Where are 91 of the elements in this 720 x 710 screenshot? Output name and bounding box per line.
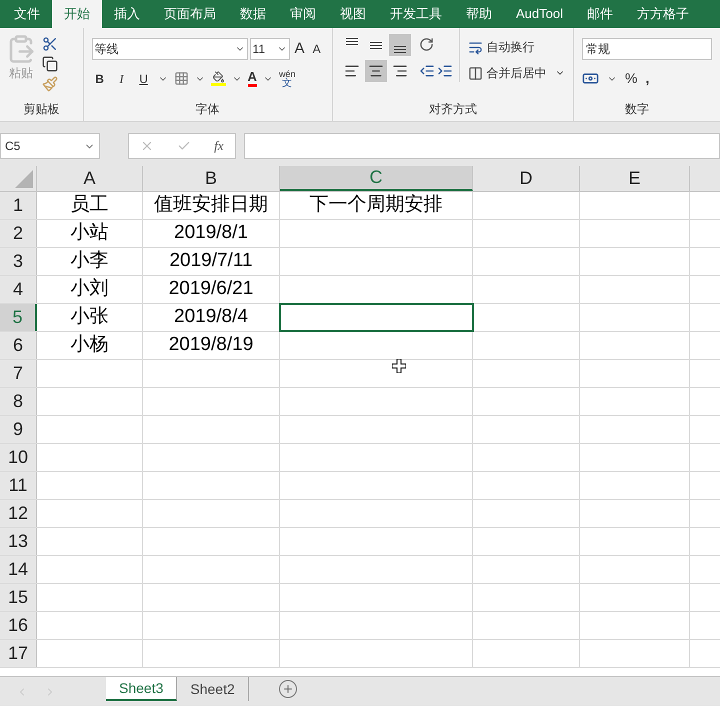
add-sheet-button[interactable]: [278, 680, 297, 698]
plus-icon: [282, 683, 294, 695]
row-header[interactable]: 11: [0, 472, 37, 499]
row-header[interactable]: 17: [0, 640, 37, 667]
grow-font-button[interactable]: A: [292, 38, 308, 60]
horizontal-align-icon: [368, 63, 384, 79]
vertical-align-icon: [370, 42, 382, 48]
table-cell-text: 小站: [70, 221, 108, 246]
wrap-text-button[interactable]: 自动换行: [468, 38, 565, 56]
table-cell-text: 员工: [70, 193, 108, 218]
table-cell-text: 2019/6/21: [168, 277, 254, 302]
ribbon-tab[interactable]: 帮助: [454, 0, 504, 28]
table-cell-text: 小刘: [70, 277, 108, 302]
column-header[interactable]: C: [280, 166, 473, 191]
row-header[interactable]: 16: [0, 612, 37, 639]
ribbon-tab[interactable]: 邮件: [574, 0, 625, 28]
group-label: 剪贴板: [22, 101, 60, 118]
decrease-indent-icon[interactable]: [418, 63, 435, 79]
phonetic-button[interactable]: wén 文: [278, 68, 296, 88]
cursor-icon: [392, 359, 406, 373]
table-cell-text: 小张: [70, 305, 108, 330]
table-cell-text: 2019/8/4: [174, 305, 248, 330]
formula-field[interactable]: [244, 133, 720, 159]
insert-function-button[interactable]: fx: [214, 136, 224, 156]
name-box[interactable]: C5: [0, 133, 100, 159]
fill-color-icon[interactable]: [210, 71, 226, 86]
ribbon-tab[interactable]: 方方格子: [624, 0, 701, 28]
row-header[interactable]: 2: [0, 220, 37, 247]
merge-center-button[interactable]: 合并后居中: [468, 64, 565, 82]
table-cell-text: 2019/8/1: [174, 221, 248, 246]
horizontal-align-button[interactable]: [364, 60, 387, 82]
row-header[interactable]: 7: [0, 360, 37, 387]
font-name-field[interactable]: 等线: [92, 38, 248, 60]
vertical-align-button[interactable]: [388, 34, 411, 56]
row-header[interactable]: 8: [0, 388, 37, 415]
shrink-font-button[interactable]: A: [310, 40, 324, 58]
ribbon-tab[interactable]: 页面布局: [152, 0, 228, 28]
group-label: 对齐方式: [428, 101, 478, 118]
horizontal-align-icon: [392, 63, 408, 79]
table-cell-text: 2019/7/11: [169, 249, 253, 274]
percent-button[interactable]: %: [625, 68, 638, 89]
ribbon-tab[interactable]: 文件: [2, 0, 52, 28]
row-header[interactable]: 1: [0, 192, 37, 219]
comma-button[interactable]: ,: [645, 68, 650, 89]
ribbon-tab[interactable]: 开始: [52, 0, 102, 28]
ribbon-tab[interactable]: 开发工具: [378, 0, 454, 28]
vertical-align-icon: [346, 38, 358, 44]
row-header[interactable]: 14: [0, 556, 37, 583]
row-header[interactable]: 10: [0, 444, 37, 471]
row-header[interactable]: 5: [0, 304, 37, 331]
row-header[interactable]: 9: [0, 416, 37, 443]
orientation-icon[interactable]: [418, 37, 434, 52]
table-cell-text: 小杨: [70, 333, 108, 358]
row-header[interactable]: 4: [0, 276, 37, 303]
cut-icon[interactable]: [42, 36, 58, 52]
number-format-field[interactable]: 常规: [582, 38, 712, 60]
row-header[interactable]: 15: [0, 584, 37, 611]
underline-button[interactable]: U: [136, 70, 152, 88]
horizontal-align-icon: [344, 63, 360, 79]
row-header[interactable]: 13: [0, 528, 37, 555]
column-header[interactable]: A: [37, 166, 143, 191]
increase-indent-icon[interactable]: [436, 63, 453, 79]
table-cell-text: 小李: [70, 249, 108, 274]
ribbon-tab[interactable]: 数据: [228, 0, 278, 28]
sheet-tab[interactable]: Sheet3: [106, 677, 178, 701]
row-header[interactable]: 6: [0, 332, 37, 359]
table-cell-text: 2019/8/19: [168, 333, 254, 358]
italic-button[interactable]: I: [114, 70, 130, 88]
group-label: 字体: [194, 101, 221, 118]
selected-cell[interactable]: [280, 304, 473, 331]
table-cell-text: 值班安排日期: [154, 193, 268, 218]
bold-button[interactable]: B: [92, 70, 108, 88]
column-header[interactable]: E: [580, 166, 690, 191]
column-header[interactable]: D: [473, 166, 580, 191]
copy-icon[interactable]: [42, 56, 58, 72]
table-cell-text: 下一个周期安排: [310, 193, 442, 218]
row-header[interactable]: 12: [0, 500, 37, 527]
sheet-tab[interactable]: Sheet2: [177, 677, 249, 701]
merge-icon: [468, 66, 483, 80]
font-size-field[interactable]: 11: [250, 38, 290, 60]
ribbon-tab[interactable]: AudTool: [504, 0, 575, 28]
row-header[interactable]: 3: [0, 248, 37, 275]
wrap-text-icon: [468, 40, 483, 54]
corner-triangle-icon: [15, 170, 33, 188]
vertical-align-icon: [394, 46, 406, 52]
group-label: 数字: [624, 101, 650, 118]
ribbon-tab[interactable]: 视图: [328, 0, 378, 28]
ribbon-tab[interactable]: 审阅: [278, 0, 328, 28]
border-icon[interactable]: [174, 71, 189, 86]
ribbon-tab[interactable]: 插入: [102, 0, 152, 28]
font-color-button[interactable]: A: [248, 70, 257, 87]
